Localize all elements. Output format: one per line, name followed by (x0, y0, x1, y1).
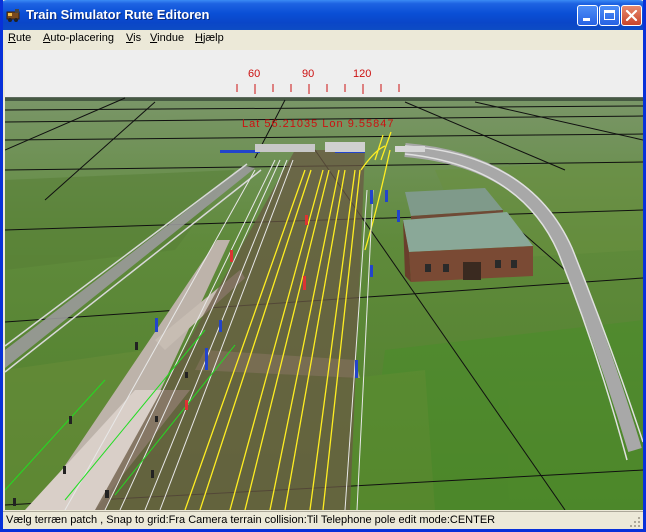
menu-rute[interactable]: Rute (8, 32, 31, 44)
sky (5, 50, 643, 98)
compass-tick-60: 60 (248, 68, 260, 80)
maximize-icon (604, 10, 615, 20)
close-button[interactable] (621, 5, 642, 26)
close-icon (625, 9, 638, 22)
app-icon[interactable] (6, 7, 22, 23)
window-title: Train Simulator Rute Editoren (26, 7, 210, 22)
minimize-button[interactable] (577, 5, 598, 26)
status-text: Vælg terræn patch , Snap to grid:Fra Cam… (6, 514, 496, 526)
menu-auto-placering[interactable]: Auto-placering (43, 32, 114, 44)
menu-hjaelp[interactable]: Hjælp (195, 32, 224, 44)
compass-tick-120: 120 (353, 68, 371, 80)
resize-grip-icon[interactable] (629, 516, 641, 528)
app-window: Train Simulator Rute Editoren Rute Auto-… (0, 0, 646, 532)
title-bar[interactable]: Train Simulator Rute Editoren (3, 0, 643, 30)
scene-canvas[interactable]: 60 90 120 Lat 56.21035 Lon 9.55847 (5, 50, 643, 510)
minimize-icon (583, 18, 590, 21)
menu-vindue[interactable]: Vindue (150, 32, 184, 44)
menu-bar: Rute Auto-placering Vis Vindue Hjælp (3, 30, 643, 49)
maximize-button[interactable] (599, 5, 620, 26)
compass-tick-90: 90 (302, 68, 314, 80)
menu-vis[interactable]: Vis (126, 32, 141, 44)
lat-lon-readout: Lat 56.21035 Lon 9.55847 (242, 118, 394, 130)
status-bar: Vælg terræn patch , Snap to grid:Fra Cam… (3, 511, 643, 529)
3d-viewport[interactable]: 60 90 120 Lat 56.21035 Lon 9.55847 (5, 50, 643, 510)
